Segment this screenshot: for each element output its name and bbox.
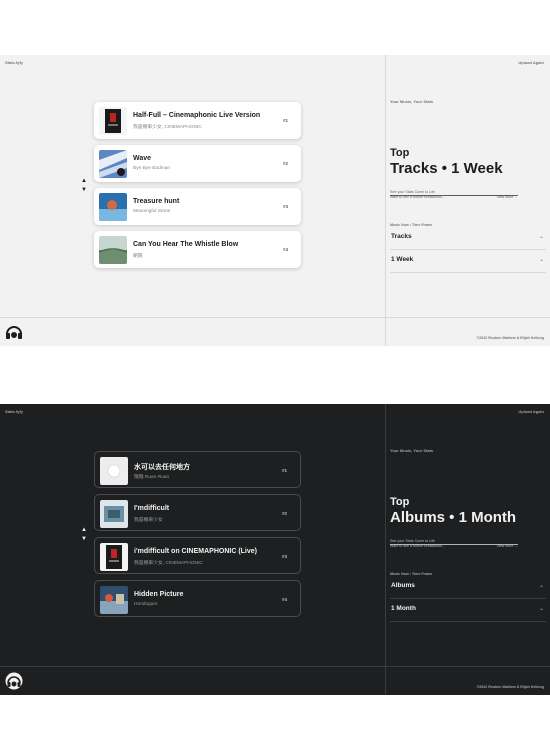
sidebar: Your Music, Your Stats Top Tracks • 1 We… — [385, 55, 550, 346]
scroll-arrows: ▲ ▼ — [80, 177, 88, 195]
headphones-logo-icon — [5, 323, 23, 341]
light-theme-panel: Stats.fyfy Upload Again ▲ ▼ Half-Full – … — [0, 55, 550, 346]
time-range-select[interactable]: 1 Month ⌄ — [390, 600, 546, 622]
footer-divider — [0, 666, 550, 667]
item-subtitle: 我是機車少女, CINEMAPHONIC — [133, 125, 202, 130]
scroll-up-button[interactable]: ▲ — [80, 177, 88, 186]
album-art — [99, 193, 127, 221]
item-title: i'mdifficult on CINEMAPHONIC (Live) — [134, 548, 257, 555]
album-art — [100, 457, 128, 485]
copyright-text: ©2022 Reuben Mathew & Elijah Kellong — [476, 336, 544, 340]
time-range-select-value: 1 Week — [391, 256, 414, 263]
headline-top: Top — [390, 147, 410, 159]
item-title: Wave — [133, 155, 152, 162]
breakdown-row: Want to see a further breakdown... View … — [390, 544, 518, 548]
breakdown-text: Want to see a further breakdown... — [390, 544, 445, 548]
scroll-up-button[interactable]: ▲ — [80, 526, 88, 535]
item-subtitle: 我是機車少女, CINEMAPHONIC — [134, 561, 203, 566]
album-art — [100, 586, 128, 614]
scroll-down-button[interactable]: ▼ — [80, 186, 88, 195]
item-rank: #4 — [282, 247, 288, 252]
item-title: Half-Full – Cinemaphonic Live Version — [133, 112, 261, 119]
scroll-down-button[interactable]: ▼ — [80, 535, 88, 544]
footer-divider — [0, 317, 550, 318]
album-art — [100, 500, 128, 528]
list-item[interactable]: Treasure hunt Meaningful Stone #3 — [94, 188, 301, 225]
page-title: Albums • 1 Month — [390, 509, 517, 526]
app-brand: Stats.fyfy — [5, 60, 24, 65]
list-item[interactable]: Half-Full – Cinemaphonic Live Version 我是… — [94, 102, 301, 139]
list-item[interactable]: 水可以去任何地方 隨隨 Ruan Ruan #1 — [94, 451, 301, 488]
item-title: Treasure hunt — [133, 198, 180, 205]
breakdown-row: Want to see a further breakdown... View … — [390, 195, 518, 199]
chevron-down-icon: ⌄ — [538, 583, 544, 589]
category-select-value: Tracks — [391, 233, 412, 240]
dark-theme-panel: Stats.fyfy Upload Again ▲ ▼ 水可以去任何地方 隨隨 … — [0, 404, 550, 695]
sidebar: Your Music, Your Stats Top Albums • 1 Mo… — [385, 404, 550, 695]
view-more-link[interactable]: View More → — [496, 544, 518, 548]
time-range-select[interactable]: 1 Week ⌄ — [390, 251, 546, 273]
headphones-logo-icon — [5, 672, 23, 690]
list-item[interactable]: Can You Hear The Whistle Blow 朝陽 #4 — [94, 231, 301, 268]
item-rank: #4 — [281, 597, 287, 602]
list-item[interactable]: I'mdifficult 我是機車少女 #2 — [94, 494, 301, 531]
item-subtitle: 朝陽 — [133, 254, 143, 259]
item-title: I'mdifficult — [134, 505, 170, 512]
time-frame-label: Music Now • Time Frame — [390, 223, 433, 227]
category-select[interactable]: Tracks ⌄ — [390, 228, 546, 250]
category-select-value: Albums — [391, 582, 415, 589]
category-select[interactable]: Albums ⌄ — [390, 577, 546, 599]
chevron-down-icon: ⌄ — [538, 257, 544, 263]
tagline: Your Music, Your Stats — [390, 448, 434, 453]
list-item[interactable]: Hidden Picture Horidogam #4 — [94, 580, 301, 617]
item-rank: #1 — [282, 118, 288, 123]
copyright-text: ©2022 Reuben Mathew & Elijah Kellong — [476, 685, 544, 689]
tagline: Your Music, Your Stats — [390, 99, 434, 104]
album-art — [99, 150, 127, 178]
chevron-down-icon: ⌄ — [538, 606, 544, 612]
album-art — [99, 236, 127, 264]
item-rank: #2 — [281, 511, 287, 516]
view-more-link[interactable]: View More → — [496, 195, 518, 199]
breakdown-text: Want to see a further breakdown... — [390, 195, 445, 199]
item-rank: #1 — [281, 468, 287, 473]
item-title: Hidden Picture — [134, 591, 184, 598]
headline-top: Top — [390, 496, 410, 508]
item-rank: #2 — [282, 161, 288, 166]
chevron-down-icon: ⌄ — [538, 234, 544, 240]
list-item[interactable]: Wave Bye Bye Badman #2 — [94, 145, 301, 182]
item-subtitle: Horidogam — [134, 602, 158, 607]
time-range-select-value: 1 Month — [391, 605, 416, 612]
item-title: 水可以去任何地方 — [134, 464, 190, 471]
item-subtitle: 隨隨 Ruan Ruan — [134, 475, 170, 480]
item-subtitle: 我是機車少女 — [134, 518, 163, 523]
page-title: Tracks • 1 Week — [390, 160, 503, 177]
album-art — [99, 107, 127, 135]
item-rank: #3 — [281, 554, 287, 559]
time-frame-label: Music Now • Time Frame — [390, 572, 433, 576]
item-subtitle: Bye Bye Badman — [133, 166, 171, 171]
item-rank: #3 — [282, 204, 288, 209]
item-title: Can You Hear The Whistle Blow — [133, 241, 239, 248]
item-subtitle: Meaningful Stone — [133, 209, 171, 214]
app-brand: Stats.fyfy — [5, 409, 24, 414]
album-art — [100, 543, 128, 571]
scroll-arrows: ▲ ▼ — [80, 526, 88, 544]
list-item[interactable]: i'mdifficult on CINEMAPHONIC (Live) 我是機車… — [94, 537, 301, 574]
